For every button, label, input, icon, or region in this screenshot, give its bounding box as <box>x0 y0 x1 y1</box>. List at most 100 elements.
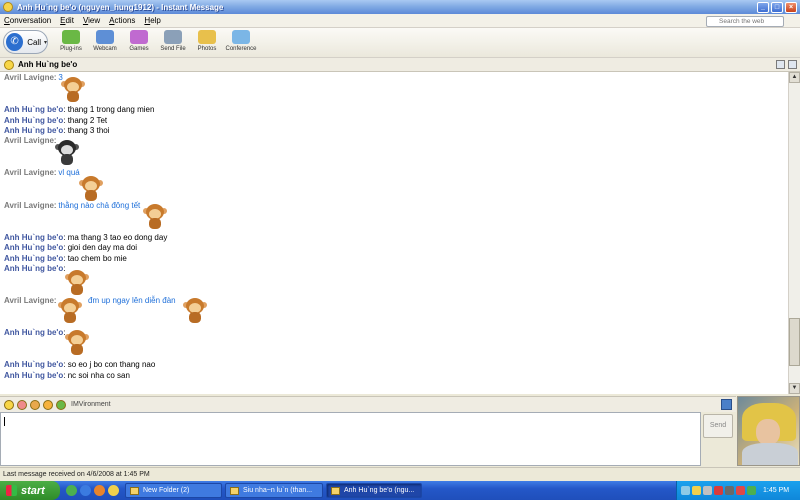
message-sender: Anh Hu`ng be'o <box>4 233 64 242</box>
quick-launch <box>66 485 119 496</box>
update-icon[interactable] <box>747 486 756 495</box>
edit-icon[interactable] <box>776 60 785 69</box>
window-title: Anh Hu`ng be'o (nguyen_hung1912) - Insta… <box>17 2 224 12</box>
plugins-icon <box>62 30 80 44</box>
chat-message: Anh Hu`ng be'o: <box>4 328 66 337</box>
audible-icon[interactable] <box>17 399 27 410</box>
messenger-window-icon <box>230 486 239 495</box>
show-desktop-icon[interactable] <box>66 485 77 496</box>
chat-message: Anh Hu`ng be'o: so eo j bo con thang nao <box>4 360 156 369</box>
chevron-down-icon[interactable]: ▾ <box>44 39 47 46</box>
send-file-label: Send File <box>160 46 186 52</box>
dark-monkey-emoticon <box>52 136 82 166</box>
menu-edit[interactable]: Edit <box>60 16 74 25</box>
conference-button[interactable]: Conference <box>224 30 258 52</box>
toolbar: ✆ Call ▾ Plug-ins Webcam Games Send File… <box>0 28 800 58</box>
plugins-button[interactable]: Plug-ins <box>54 30 88 52</box>
buzz-icon[interactable] <box>43 399 53 410</box>
windows-taskbar: start New Folder (2) Siu nha~n lu`n (tha… <box>0 481 800 500</box>
status-bar: Last message received on 4/6/2008 at 1:4… <box>0 467 800 481</box>
webcam-button[interactable]: Webcam <box>88 30 122 52</box>
chat-message: Avril Lavigne: vl quá <box>4 168 80 177</box>
message-sender: Avril Lavigne <box>4 136 54 145</box>
driver-icon[interactable] <box>725 486 734 495</box>
messenger-icon <box>3 2 13 12</box>
message-text: ma thang 3 tao eo dong day <box>67 233 168 242</box>
message-text: đm up ngay lên diễn đàn <box>88 296 176 305</box>
antivirus-icon[interactable] <box>714 486 723 495</box>
start-button[interactable]: start <box>0 481 60 500</box>
task-siu-nhan[interactable]: Siu nha~n lu`n (than... <box>225 483 323 498</box>
message-input[interactable] <box>0 412 701 466</box>
webcam-label: Webcam <box>93 46 117 52</box>
message-text: thang 2 Tet <box>67 116 108 125</box>
webcam-preview[interactable] <box>737 396 800 466</box>
message-text: so eo j bo con thang nao <box>67 360 156 369</box>
messenger-window-icon <box>331 486 340 495</box>
contact-details-icon[interactable] <box>721 399 732 410</box>
monkey-emoticon <box>62 326 92 356</box>
message-text: thang 1 trong dang mien <box>67 105 155 114</box>
webcam-icon <box>96 30 114 44</box>
monkey-emoticon <box>140 200 170 230</box>
send-file-button[interactable]: Send File <box>156 30 190 52</box>
chat-message: Anh Hu`ng be'o: gioi den day ma doi <box>4 243 138 252</box>
message-sender: Avril Lavigne <box>4 201 54 210</box>
menu-help[interactable]: Help <box>144 16 160 25</box>
task-anh-hung[interactable]: Anh Hu`ng be'o (ngu... <box>326 483 422 498</box>
imvironment-icon[interactable] <box>56 399 66 410</box>
ie-icon[interactable] <box>80 485 91 496</box>
emoticon-icon[interactable] <box>4 399 14 410</box>
imvironment-label[interactable]: IMVironment <box>71 401 111 408</box>
plugins-label: Plug-ins <box>60 46 82 52</box>
font-icon[interactable] <box>30 399 40 410</box>
conversation-header: Anh Hu`ng be'o <box>0 58 800 72</box>
call-button[interactable]: ✆ Call ▾ <box>3 30 48 54</box>
contact-status-icon <box>4 59 14 70</box>
task-label: Siu nha~n lu`n (than... <box>243 487 313 494</box>
message-text: tao chem bo mie <box>67 254 127 263</box>
photos-button[interactable]: Photos <box>190 30 224 52</box>
scroll-down-icon[interactable]: ▼ <box>789 383 800 394</box>
yahoo-messenger-icon[interactable] <box>108 485 119 496</box>
system-tray: 1:45 PM <box>676 481 800 500</box>
call-label: Call <box>27 37 41 47</box>
firefox-icon[interactable] <box>94 485 105 496</box>
clock: 1:45 PM <box>763 487 790 494</box>
network-icon[interactable] <box>681 486 690 495</box>
message-sender: Anh Hu`ng be'o <box>4 264 64 273</box>
message-sender: Anh Hu`ng be'o <box>4 254 64 263</box>
send-button[interactable]: Send <box>703 414 733 438</box>
search-input[interactable] <box>706 16 784 27</box>
games-icon <box>130 30 148 44</box>
conference-icon <box>232 30 250 44</box>
minimize-button[interactable]: _ <box>757 1 769 13</box>
task-new-folder[interactable]: New Folder (2) <box>125 483 222 498</box>
scroll-up-icon[interactable]: ▲ <box>789 72 800 83</box>
message-sender: Anh Hu`ng be'o <box>4 116 64 125</box>
menu-actions[interactable]: Actions <box>109 16 135 25</box>
menu-conversation[interactable]: Conversation <box>4 16 51 25</box>
games-button[interactable]: Games <box>122 30 156 52</box>
contact-card-icon[interactable] <box>788 60 797 69</box>
chat-message: Anh Hu`ng be'o: nc soi nha co san <box>4 371 130 380</box>
monkey-emoticon <box>58 73 88 103</box>
monkey-emoticon <box>76 172 106 202</box>
menu-view[interactable]: View <box>83 16 100 25</box>
maximize-button[interactable]: □ <box>771 1 783 13</box>
messenger-tray-icon[interactable] <box>692 486 701 495</box>
chat-scrollbar[interactable]: ▲ ▼ <box>788 72 800 394</box>
photos-icon <box>198 30 216 44</box>
message-sender: Anh Hu`ng be'o <box>4 126 64 135</box>
message-sender: Anh Hu`ng be'o <box>4 105 64 114</box>
chat-message-text: đm up ngay lên diễn đàn <box>88 296 176 305</box>
chat-message: Anh Hu`ng be'o: ma thang 3 tao eo dong d… <box>4 233 168 242</box>
close-button[interactable]: × <box>785 1 797 13</box>
speaker-icon[interactable] <box>703 486 712 495</box>
shield-icon[interactable] <box>736 486 745 495</box>
task-label: Anh Hu`ng be'o (ngu... <box>344 487 415 494</box>
chat-message: Avril Lavigne: thằng nào chả đông tết <box>4 201 141 210</box>
scroll-thumb[interactable] <box>789 318 800 366</box>
chat-history: Avril Lavigne: 3 Anh Hu`ng be'o: thang 1… <box>0 72 788 394</box>
chat-message: Anh Hu`ng be'o: thang 1 trong dang mien <box>4 105 155 114</box>
